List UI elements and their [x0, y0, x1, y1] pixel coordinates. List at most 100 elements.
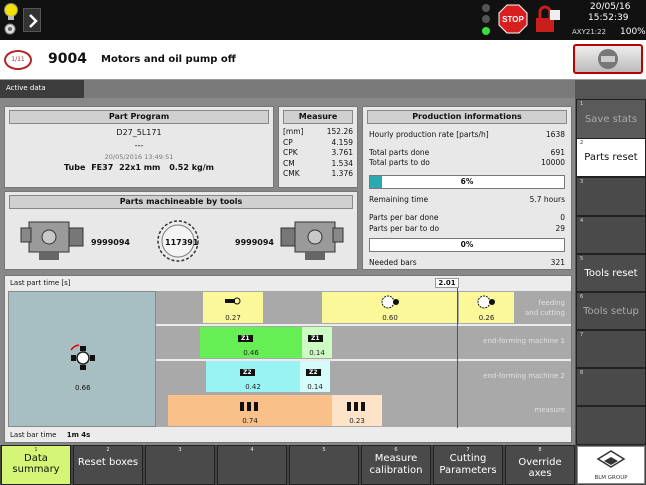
- lane-endformer-1-label: end-forming machine 1: [483, 337, 565, 345]
- expand-arrow-button[interactable]: [23, 8, 41, 32]
- z2-block-a: Z2 0.42: [206, 361, 300, 392]
- loader-icon: [70, 344, 95, 370]
- blm-logo: BLM GROUP: [577, 446, 645, 484]
- z1-a-value: 0.46: [243, 349, 259, 357]
- measure-header: Measure: [283, 110, 353, 124]
- pump-icon: [598, 49, 618, 69]
- measure-row-cmk: CMK 1.376: [283, 169, 353, 178]
- measure-row-cp: CP 4.159: [283, 137, 353, 147]
- z1-block-b: Z1 0.14: [302, 327, 332, 358]
- status-axis: AXY21:22: [572, 28, 607, 36]
- production-panel: Production informations Hourly productio…: [362, 106, 572, 270]
- z2-b-value: 0.14: [307, 383, 323, 391]
- status-lights: [480, 3, 492, 37]
- bar-progress-bar: 0%: [369, 238, 565, 252]
- cutter-icon: [225, 296, 241, 306]
- feed-block-1: 0.27: [203, 292, 263, 323]
- measure-block-a: 0.74: [168, 395, 332, 426]
- z2-a-value: 0.42: [245, 383, 261, 391]
- override-axes-button[interactable]: 8 Override axes: [505, 445, 575, 485]
- part-program-panel: Part Program D27_5L171 --- 20/05/2016 13…: [4, 106, 274, 188]
- top-status-bar: STOP 20/05/16 15:52:39 AXY21:22 100%: [0, 0, 646, 40]
- tube-weight: 0.52 kg/m: [169, 163, 215, 172]
- saw-icon-2: [476, 294, 496, 310]
- lock-icon[interactable]: [534, 4, 562, 34]
- hourly-rate-row: Hourly production rate [parts/h] 1638: [369, 130, 565, 139]
- feed-block-3: 0.26: [459, 292, 514, 323]
- data-summary-button[interactable]: 1 Data summary: [1, 445, 71, 485]
- lightbulb-icon[interactable]: [3, 2, 19, 24]
- lane-endformer-2-label: end-forming machine 2: [483, 372, 565, 380]
- message-ack-button[interactable]: [573, 44, 643, 74]
- lane-feeding-label: feeding and cutting: [525, 299, 565, 317]
- z1-block-a: Z1 0.46: [200, 327, 302, 358]
- last-bar-label: Last bar time: [10, 431, 57, 439]
- saw-icon: [380, 294, 400, 310]
- stop-icon[interactable]: STOP: [498, 4, 528, 34]
- feed-3-value: 0.26: [478, 314, 495, 322]
- parts-machineable-header: Parts machineable by tools: [9, 195, 353, 209]
- bar-progress-label: 0%: [460, 240, 474, 249]
- message-code: 9004: [48, 51, 87, 67]
- part-program-tube: Tube FE37 22x1 mm 0.52 kg/m: [5, 163, 273, 172]
- lane-measure-label: measure: [534, 406, 565, 414]
- z1-b-value: 0.14: [309, 349, 325, 357]
- parts-progress-bar: 6%: [369, 175, 565, 189]
- z2-tag-b: Z2: [306, 368, 321, 376]
- gauge-icon: [238, 400, 262, 412]
- last-bar-row: Last bar time 1m 4s: [10, 431, 90, 439]
- part-program-timestamp: 20/05/2016 13:49:51: [104, 153, 174, 161]
- perbar-done-row: Parts per bar done 0: [369, 213, 565, 222]
- right-button-9[interactable]: [576, 406, 646, 445]
- tools-reset-button[interactable]: 5 Tools reset: [576, 254, 646, 292]
- message-text: Motors and oil pump off: [101, 54, 236, 65]
- tube-size: 22x1 mm: [119, 163, 161, 172]
- parts-center-value: 117391: [165, 238, 199, 247]
- measure-row-mm: [mm] 152.26: [283, 127, 353, 136]
- right-button-4[interactable]: 4: [576, 216, 646, 254]
- last-part-label: Last part time [s]: [10, 279, 71, 287]
- gauge-icon-2: [345, 400, 369, 412]
- save-stats-button[interactable]: 1 Save stats: [576, 99, 646, 139]
- bottom-button-3[interactable]: 3: [145, 445, 215, 485]
- message-badge[interactable]: 1/11: [4, 50, 32, 70]
- perbar-todo-row: Parts per bar to do 29: [369, 224, 565, 233]
- measure-rows: [mm] 152.26 CP 4.159 CPK 3.761 CM 1.534 CMK 1…: [279, 127, 357, 180]
- last-part-value: 2.01: [435, 278, 459, 288]
- tools-setup-button[interactable]: 6 Tools setup: [576, 292, 646, 330]
- part-program-dashes: ---: [134, 141, 144, 150]
- parts-reset-button[interactable]: 2 Parts reset: [576, 138, 646, 177]
- bottom-button-4[interactable]: 4: [217, 445, 287, 485]
- part-program-name: D27_5L171: [116, 128, 162, 137]
- z2-tag: Z2: [240, 368, 255, 376]
- right-button-8[interactable]: 8: [576, 368, 646, 406]
- measure-b-value: 0.23: [349, 417, 365, 425]
- status-battery: 100%: [620, 27, 646, 37]
- blm-logo-text: BLM GROUP: [594, 475, 628, 481]
- part-program-header: Part Program: [9, 110, 269, 124]
- tab-active-data[interactable]: Active data: [0, 80, 84, 98]
- right-button-7[interactable]: 7: [576, 330, 646, 368]
- loader-box: 0.66: [8, 291, 156, 427]
- end-former-right-icon: [273, 212, 345, 266]
- reset-boxes-button[interactable]: 2 Reset boxes: [73, 445, 143, 485]
- cycle-time-marker: [457, 288, 458, 428]
- tube-label: Tube: [63, 163, 86, 172]
- parts-left-value: 9999094: [91, 238, 130, 247]
- gear-icon[interactable]: [3, 22, 17, 36]
- parts-machineable-panel: Parts machineable by tools 9999094 11739…: [4, 191, 358, 270]
- status-date: 20/05/16: [590, 2, 631, 12]
- measure-row-cpk: CPK 3.761: [283, 148, 353, 157]
- status-time: 15:52:39: [588, 13, 629, 23]
- right-button-3[interactable]: 3: [576, 177, 646, 216]
- measure-calibration-button[interactable]: 6 Measure calibration: [361, 445, 431, 485]
- z1-tag-b: Z1: [308, 334, 323, 342]
- blm-logo-icon: [596, 450, 626, 468]
- cutting-parameters-button[interactable]: 7 Cutting Parameters: [433, 445, 503, 485]
- bottom-button-5[interactable]: 5: [289, 445, 359, 485]
- parts-progress-label: 6%: [460, 177, 474, 186]
- production-header: Production informations: [367, 110, 567, 124]
- loader-value: 0.66: [75, 384, 91, 392]
- parts-todo-row: Total parts to do 10000: [369, 158, 565, 167]
- timeline-panel: Last part time [s] 2.01 0.66 feeding and …: [4, 275, 572, 443]
